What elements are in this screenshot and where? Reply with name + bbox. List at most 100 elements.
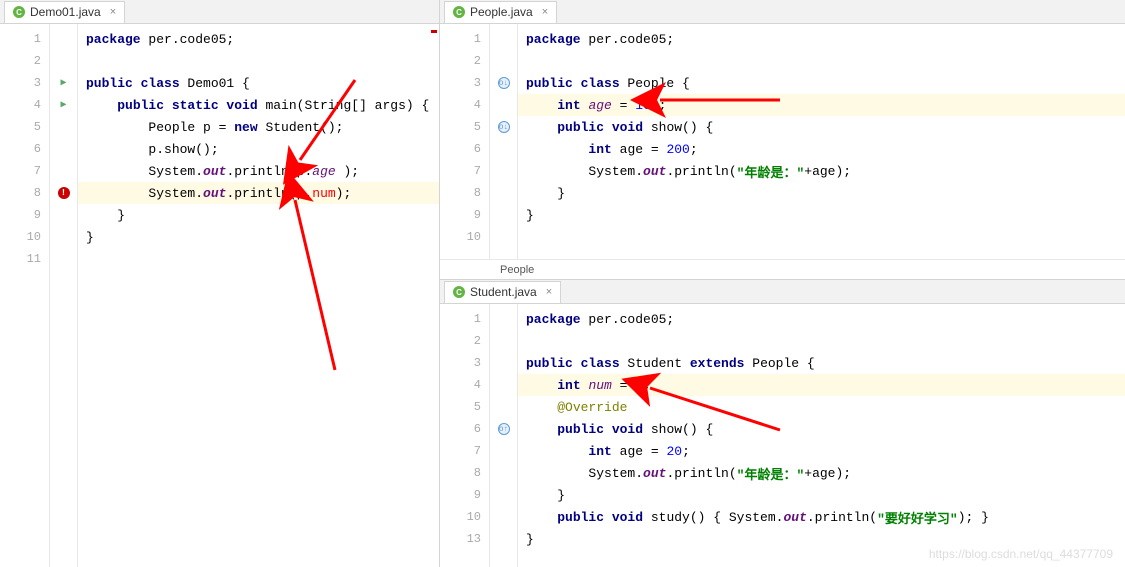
editor-people[interactable]: 12345678910 o↓ o↓ package per.code05; public… <box>440 24 1125 259</box>
line-number[interactable]: 10 <box>0 226 49 248</box>
code-line[interactable]: System.out.println(p.num); <box>78 182 439 204</box>
code-token <box>526 378 557 393</box>
code-line[interactable]: public static void main(String[] args) { <box>78 94 439 116</box>
code-token: public class <box>86 76 187 91</box>
code-line[interactable]: System.out.println("年龄是："+age); <box>518 462 1125 484</box>
code-line[interactable] <box>518 226 1125 248</box>
line-number[interactable]: 8 <box>440 182 489 204</box>
line-number[interactable]: 1 <box>440 308 489 330</box>
code-line[interactable]: public void show() { <box>518 116 1125 138</box>
editor-demo01[interactable]: 1234567891011 ▶ ▶! package per.code05; publi… <box>0 24 439 567</box>
right-pane: C People.java × 12345678910o↓o↓package p… <box>440 0 1125 567</box>
code-token: "年龄是：" <box>737 162 805 181</box>
code-line[interactable]: public class Demo01 { <box>78 72 439 94</box>
line-number[interactable]: 3 <box>440 72 489 94</box>
error-icon[interactable]: ! <box>58 187 70 199</box>
code-token: +age); <box>804 466 851 481</box>
line-number[interactable]: 6 <box>0 138 49 160</box>
code-token: per.code05; <box>588 312 674 327</box>
line-number[interactable]: 3 <box>440 352 489 374</box>
line-number[interactable]: 11 <box>0 248 49 270</box>
gutter-mark-cell <box>490 352 517 374</box>
line-number[interactable]: 4 <box>440 94 489 116</box>
code-token: out <box>643 164 666 179</box>
overrides-icon[interactable]: o↑ <box>498 423 510 435</box>
run-icon[interactable]: ▶ <box>60 99 66 111</box>
code-line[interactable]: @Override <box>518 396 1125 418</box>
code-line[interactable]: } <box>78 204 439 226</box>
code-line[interactable] <box>518 330 1125 352</box>
editor-student[interactable]: 1234567891013 o↑ package per.code05; public… <box>440 304 1125 567</box>
line-number[interactable]: 13 <box>440 528 489 550</box>
right-bottom-editor-pane: C Student.java × 1234567891013 o↑ package … <box>440 280 1125 567</box>
code-line[interactable]: } <box>518 204 1125 226</box>
line-number[interactable]: 7 <box>440 160 489 182</box>
line-number[interactable]: 2 <box>440 330 489 352</box>
code-line[interactable]: System.out.println(p.age ); <box>78 160 439 182</box>
line-number[interactable]: 9 <box>440 484 489 506</box>
code-token: System. <box>86 186 203 201</box>
line-number[interactable]: 7 <box>0 160 49 182</box>
code-line[interactable]: public class Student extends People { <box>518 352 1125 374</box>
line-number[interactable]: 6 <box>440 418 489 440</box>
line-number[interactable]: 1 <box>0 28 49 50</box>
line-number[interactable]: 2 <box>440 50 489 72</box>
line-number[interactable]: 4 <box>440 374 489 396</box>
code-line[interactable]: public class People { <box>518 72 1125 94</box>
code-line[interactable]: } <box>518 182 1125 204</box>
close-icon[interactable]: × <box>110 6 116 18</box>
line-number[interactable]: 3 <box>0 72 49 94</box>
gutter-mark-cell <box>490 308 517 330</box>
code-line[interactable]: System.out.println("年龄是："+age); <box>518 160 1125 182</box>
line-number[interactable]: 10 <box>440 226 489 248</box>
line-number[interactable]: 8 <box>0 182 49 204</box>
gutter-mark-cell <box>490 528 517 550</box>
code-line[interactable]: People p = new Student(); <box>78 116 439 138</box>
code-token: package <box>526 312 588 327</box>
code-line[interactable]: package per.code05; <box>518 308 1125 330</box>
code-token: new <box>234 120 265 135</box>
line-number[interactable]: 9 <box>440 204 489 226</box>
code-line[interactable]: public void show() { <box>518 418 1125 440</box>
line-number[interactable]: 1 <box>440 28 489 50</box>
breadcrumb[interactable]: People <box>440 259 1125 279</box>
close-icon[interactable]: × <box>546 286 552 298</box>
line-number[interactable]: 10 <box>440 506 489 528</box>
code-line[interactable]: int age = 100; <box>518 94 1125 116</box>
line-number[interactable]: 2 <box>0 50 49 72</box>
code-token: "年龄是：" <box>737 464 805 483</box>
code-line[interactable]: int age = 20; <box>518 440 1125 462</box>
line-number[interactable]: 5 <box>440 396 489 418</box>
code-line[interactable]: } <box>518 484 1125 506</box>
code-line[interactable]: package per.code05; <box>78 28 439 50</box>
code-line[interactable]: int age = 200; <box>518 138 1125 160</box>
line-number[interactable]: 6 <box>440 138 489 160</box>
tab-student[interactable]: C Student.java × <box>444 281 561 303</box>
code-line[interactable] <box>78 50 439 72</box>
line-number[interactable]: 8 <box>440 462 489 484</box>
code-line[interactable]: package per.code05; <box>518 28 1125 50</box>
gutter-mark-cell <box>490 484 517 506</box>
code-token: 20 <box>666 444 682 459</box>
line-number[interactable]: 5 <box>440 116 489 138</box>
line-number[interactable]: 9 <box>0 204 49 226</box>
code-line[interactable] <box>518 50 1125 72</box>
code-line[interactable]: } <box>78 226 439 248</box>
run-icon[interactable]: ▶ <box>60 77 66 89</box>
tab-demo01[interactable]: C Demo01.java × <box>4 1 125 23</box>
code-line[interactable]: p.show(); <box>78 138 439 160</box>
line-number[interactable]: 7 <box>440 440 489 462</box>
code-line[interactable] <box>78 248 439 270</box>
overridden-icon[interactable]: o↓ <box>498 121 510 133</box>
close-icon[interactable]: × <box>542 6 548 18</box>
line-number[interactable]: 5 <box>0 116 49 138</box>
code-line[interactable]: int num = 6; <box>518 374 1125 396</box>
code-token <box>526 142 588 157</box>
code-token: .println( <box>666 466 736 481</box>
line-number[interactable]: 4 <box>0 94 49 116</box>
code-token <box>526 120 557 135</box>
overridden-icon[interactable]: o↓ <box>498 77 510 89</box>
tab-bar-people: C People.java × <box>440 0 1125 24</box>
tab-people[interactable]: C People.java × <box>444 1 557 23</box>
code-line[interactable]: public void study() { System.out.println… <box>518 506 1125 528</box>
